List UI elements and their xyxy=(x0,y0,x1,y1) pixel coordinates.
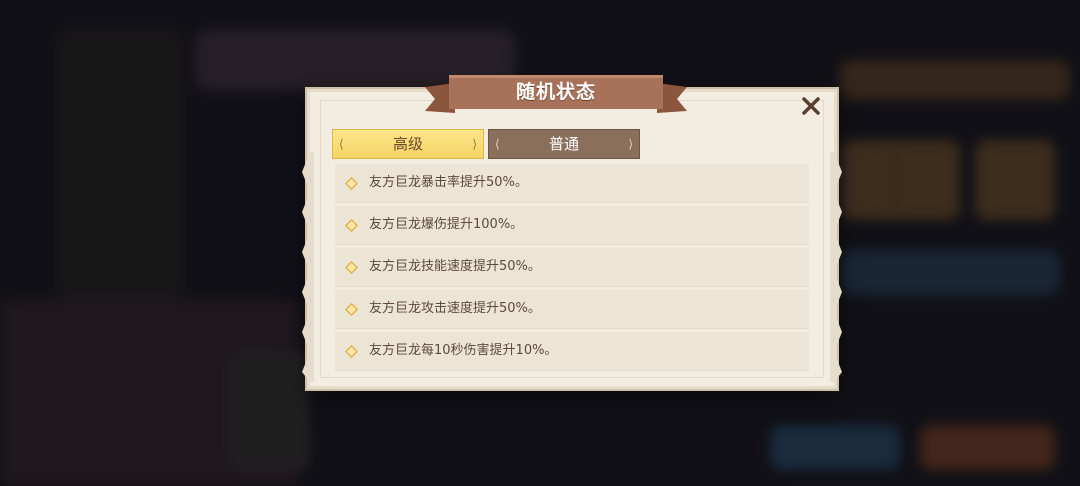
dialog-title: 随机状态 xyxy=(515,81,596,103)
list-item: 友方巨龙爆伤提升100%。 xyxy=(335,206,809,245)
list-item: 友方巨龙技能速度提升50%。 xyxy=(335,248,809,287)
close-x-icon xyxy=(802,97,820,115)
chevron-left-icon: ⟨ xyxy=(495,137,500,151)
tab-normal[interactable]: ⟨ 普通 ⟩ xyxy=(488,129,640,159)
list-item: 友方巨龙攻击速度提升50%。 xyxy=(335,290,809,329)
diamond-bullet-icon xyxy=(345,345,358,358)
effect-text: 友方巨龙爆伤提升100%。 xyxy=(369,217,524,232)
diamond-bullet-icon xyxy=(345,177,358,190)
close-button[interactable] xyxy=(797,92,825,120)
tab-normal-label: 普通 xyxy=(548,135,579,153)
tab-advanced[interactable]: ⟨ 高级 ⟩ xyxy=(332,129,484,159)
diamond-bullet-icon xyxy=(345,261,358,274)
effect-text: 友方巨龙攻击速度提升50%。 xyxy=(369,301,541,316)
effect-text: 友方巨龙技能速度提升50%。 xyxy=(369,259,541,274)
list-item: 友方巨龙暴击率提升50%。 xyxy=(335,164,809,203)
chevron-left-icon: ⟨ xyxy=(339,137,344,151)
chevron-right-icon: ⟩ xyxy=(628,137,633,151)
effect-text: 友方巨龙每10秒伤害提升10%。 xyxy=(369,343,558,358)
torn-edge-left xyxy=(302,152,314,382)
list-item: 友方巨龙每10秒伤害提升10%。 xyxy=(335,332,809,371)
effect-text: 友方巨龙暴击率提升50%。 xyxy=(369,175,528,190)
diamond-bullet-icon xyxy=(345,303,358,316)
title-ribbon: 随机状态 xyxy=(425,73,687,115)
tab-advanced-label: 高级 xyxy=(392,135,423,153)
effect-list: 友方巨龙暴击率提升50%。 友方巨龙爆伤提升100%。 友方巨龙技能速度提升50… xyxy=(335,164,809,374)
torn-edge-right xyxy=(830,152,842,382)
chevron-right-icon: ⟩ xyxy=(472,137,477,151)
diamond-bullet-icon xyxy=(345,219,358,232)
